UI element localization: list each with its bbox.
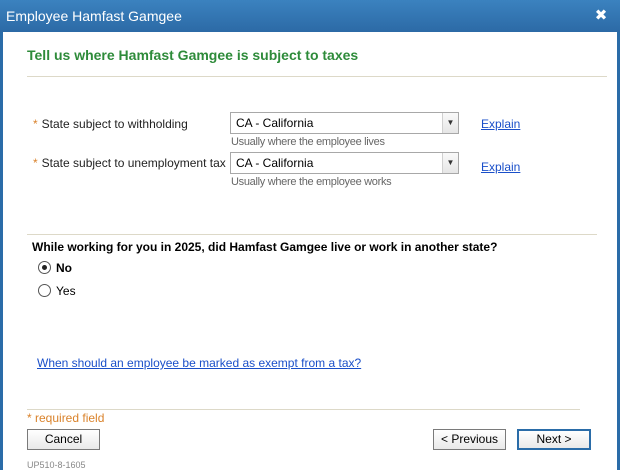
previous-button[interactable]: < Previous [433, 429, 506, 450]
unemployment-state-select[interactable]: CA - California ▼ [230, 152, 459, 174]
required-marker: * [33, 117, 38, 131]
withholding-state-value: CA - California [236, 116, 314, 130]
exempt-help-link[interactable]: When should an employee be marked as exe… [37, 356, 361, 370]
withholding-state-select[interactable]: CA - California ▼ [230, 112, 459, 134]
explain-withholding-link[interactable]: Explain [481, 117, 520, 131]
footer-divider [27, 409, 580, 410]
window-title: Employee Hamfast Gamgee [6, 8, 182, 24]
explain-unemployment-link[interactable]: Explain [481, 160, 520, 174]
radio-no-label: No [56, 261, 72, 275]
chevron-down-icon[interactable]: ▼ [442, 113, 458, 133]
chevron-down-icon[interactable]: ▼ [442, 153, 458, 173]
radio-unchecked-icon[interactable] [38, 284, 51, 297]
radio-yes-label: Yes [56, 284, 76, 298]
other-state-question: While working for you in 2025, did Hamfa… [32, 240, 498, 254]
version-code: UP510-8-1605 [27, 460, 86, 470]
radio-no[interactable]: No [38, 261, 72, 275]
page-title: Tell us where Hamfast Gamgee is subject … [27, 47, 359, 63]
close-icon[interactable]: ✖ [592, 7, 610, 25]
unemployment-state-value: CA - California [236, 156, 314, 170]
withholding-hint: Usually where the employee lives [231, 136, 385, 148]
radio-checked-icon[interactable] [38, 261, 51, 274]
dialog-panel: Tell us where Hamfast Gamgee is subject … [3, 32, 617, 470]
withholding-label: * State subject to withholding [33, 117, 188, 131]
required-marker: * [33, 156, 38, 170]
section-divider [27, 234, 597, 235]
window-titlebar: Employee Hamfast Gamgee ✖ [0, 0, 620, 32]
unemployment-hint: Usually where the employee works [231, 176, 392, 188]
radio-yes[interactable]: Yes [38, 284, 76, 298]
heading-divider [27, 76, 607, 77]
cancel-button[interactable]: Cancel [27, 429, 100, 450]
next-button[interactable]: Next > [517, 429, 591, 450]
required-field-note: * required field [27, 411, 105, 425]
unemployment-label: * State subject to unemployment tax [33, 156, 226, 170]
